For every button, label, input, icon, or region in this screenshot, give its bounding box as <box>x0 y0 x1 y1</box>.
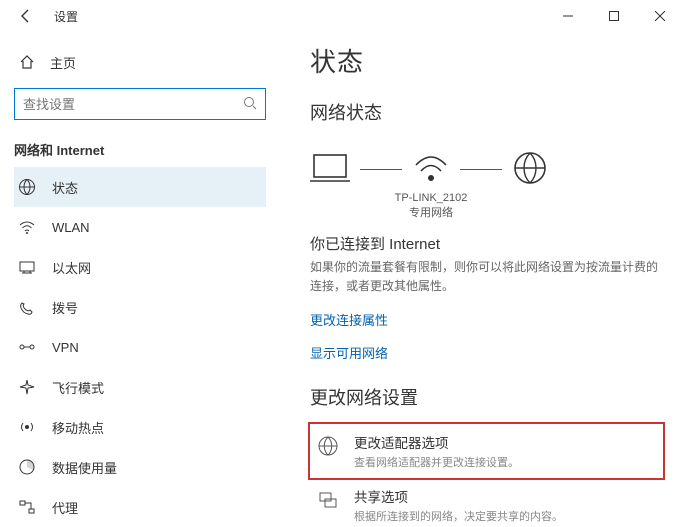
status-icon <box>18 178 36 196</box>
option-title: 共享选项 <box>354 486 563 506</box>
nav-label: VPN <box>52 340 79 355</box>
nav-label: 飞行模式 <box>52 378 104 397</box>
nav-label: 拨号 <box>52 298 78 317</box>
page-title: 状态 <box>310 42 663 79</box>
search-box[interactable] <box>14 88 266 120</box>
maximize-button[interactable] <box>591 0 637 32</box>
nav-data-usage[interactable]: 数据使用量 <box>14 447 266 487</box>
nav-label: 状态 <box>52 178 78 197</box>
nav-vpn[interactable]: VPN <box>14 327 266 367</box>
section-network-status: 网络状态 <box>310 99 663 125</box>
nav-group-header: 网络和 Internet <box>14 140 266 159</box>
adapter-icon <box>316 434 340 458</box>
nav-status[interactable]: 状态 <box>14 167 266 207</box>
nav-label: 以太网 <box>52 258 91 277</box>
nav-proxy[interactable]: 代理 <box>14 487 266 527</box>
nav-airplane[interactable]: 飞行模式 <box>14 367 266 407</box>
hotspot-icon <box>18 418 36 436</box>
nav-dialup[interactable]: 拨号 <box>14 287 266 327</box>
back-button[interactable] <box>10 0 42 32</box>
nav-wlan[interactable]: WLAN <box>14 207 266 247</box>
option-title: 更改适配器选项 <box>354 432 519 452</box>
network-diagram: TP-LINK_2102 专用网络 <box>310 139 663 199</box>
globe-icon <box>512 150 548 189</box>
connected-desc: 如果你的流量套餐有限制，则你可以将此网络设置为按流量计费的连接，或者更改其他属性… <box>310 258 663 296</box>
ap-type: 专用网络 <box>381 206 481 221</box>
nav-label: 代理 <box>52 498 78 517</box>
search-input[interactable] <box>23 97 243 112</box>
option-desc: 查看网络适配器并更改连接设置。 <box>354 454 519 470</box>
router-icon: TP-LINK_2102 专用网络 <box>412 151 450 188</box>
proxy-icon <box>18 498 36 516</box>
search-icon <box>243 96 257 113</box>
home-icon <box>18 53 36 71</box>
ap-name: TP-LINK_2102 <box>381 191 481 206</box>
vpn-icon <box>18 338 36 356</box>
connected-heading: 你已连接到 Internet <box>310 233 663 254</box>
pc-icon <box>310 151 350 188</box>
home-button[interactable]: 主页 <box>14 42 266 82</box>
airplane-icon <box>18 378 36 396</box>
nav-hotspot[interactable]: 移动热点 <box>14 407 266 447</box>
nav-label: 移动热点 <box>52 418 104 437</box>
link-change-connection-properties[interactable]: 更改连接属性 <box>310 310 663 329</box>
window-title: 设置 <box>42 8 78 25</box>
option-adapter-settings[interactable]: 更改适配器选项 查看网络适配器并更改连接设置。 <box>310 424 663 478</box>
data-usage-icon <box>18 458 36 476</box>
dialup-icon <box>18 298 36 316</box>
link-show-available-networks[interactable]: 显示可用网络 <box>310 343 663 362</box>
ethernet-icon <box>18 258 36 276</box>
minimize-button[interactable] <box>545 0 591 32</box>
sharing-icon <box>316 488 340 512</box>
home-label: 主页 <box>50 53 76 72</box>
section-change-settings: 更改网络设置 <box>310 384 663 410</box>
wlan-icon <box>18 218 36 236</box>
nav-ethernet[interactable]: 以太网 <box>14 247 266 287</box>
option-sharing[interactable]: 共享选项 根据所连接到的网络，决定要共享的内容。 <box>310 478 663 527</box>
nav-label: 数据使用量 <box>52 458 117 477</box>
nav-label: WLAN <box>52 220 90 235</box>
close-button[interactable] <box>637 0 683 32</box>
option-desc: 根据所连接到的网络，决定要共享的内容。 <box>354 508 563 524</box>
